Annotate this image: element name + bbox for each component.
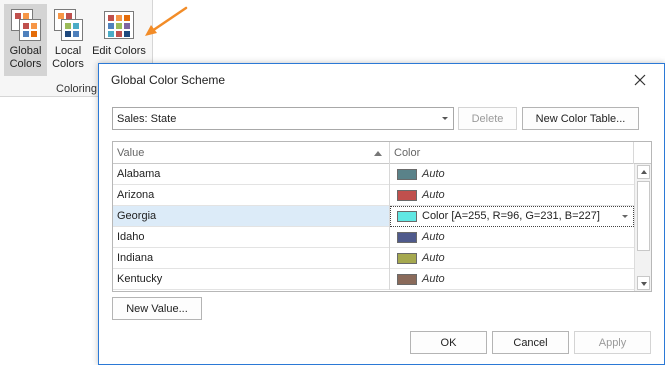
sort-ascending-icon — [374, 151, 382, 156]
color-value: Auto — [422, 168, 445, 180]
color-grid: Value Color Alabama Auto Arizona Auto Ge… — [112, 141, 652, 292]
scroll-up-icon[interactable] — [637, 165, 650, 179]
scroll-down-icon[interactable] — [637, 276, 650, 290]
apply-button[interactable]: Apply — [574, 331, 651, 354]
color-cell[interactable]: Auto — [390, 227, 634, 248]
grid-header: Value Color — [113, 142, 651, 164]
column-header-value-label: Value — [117, 147, 145, 159]
close-icon — [634, 74, 646, 86]
color-swatch — [397, 274, 417, 285]
local-colors-button[interactable]: Local Colors — [48, 4, 88, 76]
color-value: Auto — [422, 189, 445, 201]
local-colors-label-1: Local — [54, 45, 82, 57]
color-value: Auto — [422, 252, 445, 264]
local-colors-label-2: Colors — [52, 58, 84, 70]
scroll-thumb[interactable] — [637, 181, 650, 251]
color-table-select-value: Sales: State — [117, 113, 177, 125]
ok-button[interactable]: OK — [410, 331, 487, 354]
table-row[interactable]: Alabama Auto — [113, 164, 634, 185]
global-colors-button[interactable]: Global Colors — [4, 4, 47, 76]
close-button[interactable] — [628, 70, 652, 90]
cancel-button[interactable]: Cancel — [492, 331, 569, 354]
table-row-selected[interactable]: Georgia Color [A=255, R=96, G=231, B=227… — [113, 206, 634, 227]
annotation-arrow-icon — [145, 6, 188, 36]
chevron-down-icon[interactable] — [622, 215, 628, 218]
new-color-table-button[interactable]: New Color Table... — [522, 107, 639, 130]
dialog-title: Global Color Scheme — [111, 73, 226, 87]
table-row[interactable]: Idaho Auto — [113, 227, 634, 248]
color-cell[interactable]: Auto — [390, 248, 634, 269]
color-swatch — [397, 211, 417, 222]
column-header-color[interactable]: Color — [390, 142, 634, 164]
local-colors-icon — [52, 8, 84, 42]
grid-rows: Alabama Auto Arizona Auto Georgia Color … — [113, 164, 634, 290]
global-color-scheme-dialog: Global Color Scheme Sales: State Delete … — [98, 63, 665, 365]
table-row[interactable]: Indiana Auto — [113, 248, 634, 269]
value-cell: Alabama — [113, 164, 390, 185]
value-cell: Indiana — [113, 248, 390, 269]
color-swatch — [397, 232, 417, 243]
table-row[interactable]: Arizona Auto — [113, 185, 634, 206]
color-value: Auto — [422, 231, 445, 243]
color-cell[interactable]: Auto — [390, 269, 634, 290]
value-cell: Georgia — [113, 206, 390, 227]
vertical-scrollbar[interactable] — [634, 164, 651, 291]
color-editor[interactable]: Color [A=255, R=96, G=231, B=227] — [390, 206, 634, 227]
color-swatch — [397, 253, 417, 264]
color-cell[interactable]: Auto — [390, 164, 634, 185]
edit-colors-label: Edit Colors — [92, 45, 146, 57]
new-value-button[interactable]: New Value... — [112, 297, 202, 320]
column-header-value[interactable]: Value — [113, 142, 390, 164]
global-colors-icon — [10, 8, 42, 42]
table-row[interactable]: Kentucky Auto — [113, 269, 634, 290]
value-cell: Arizona — [113, 185, 390, 206]
value-cell: Kentucky — [113, 269, 390, 290]
global-colors-label-1: Global — [9, 45, 42, 57]
chevron-down-icon — [442, 117, 448, 120]
color-table-select[interactable]: Sales: State — [112, 107, 454, 130]
color-swatch — [397, 169, 417, 180]
edit-colors-icon — [103, 8, 135, 42]
color-cell[interactable]: Auto — [390, 185, 634, 206]
delete-button[interactable]: Delete — [458, 107, 517, 130]
value-cell: Idaho — [113, 227, 390, 248]
color-value: Auto — [422, 273, 445, 285]
color-swatch — [397, 190, 417, 201]
color-value: Color [A=255, R=96, G=231, B=227] — [422, 210, 600, 222]
global-colors-label-2: Colors — [9, 58, 42, 70]
column-header-color-label: Color — [394, 147, 421, 159]
